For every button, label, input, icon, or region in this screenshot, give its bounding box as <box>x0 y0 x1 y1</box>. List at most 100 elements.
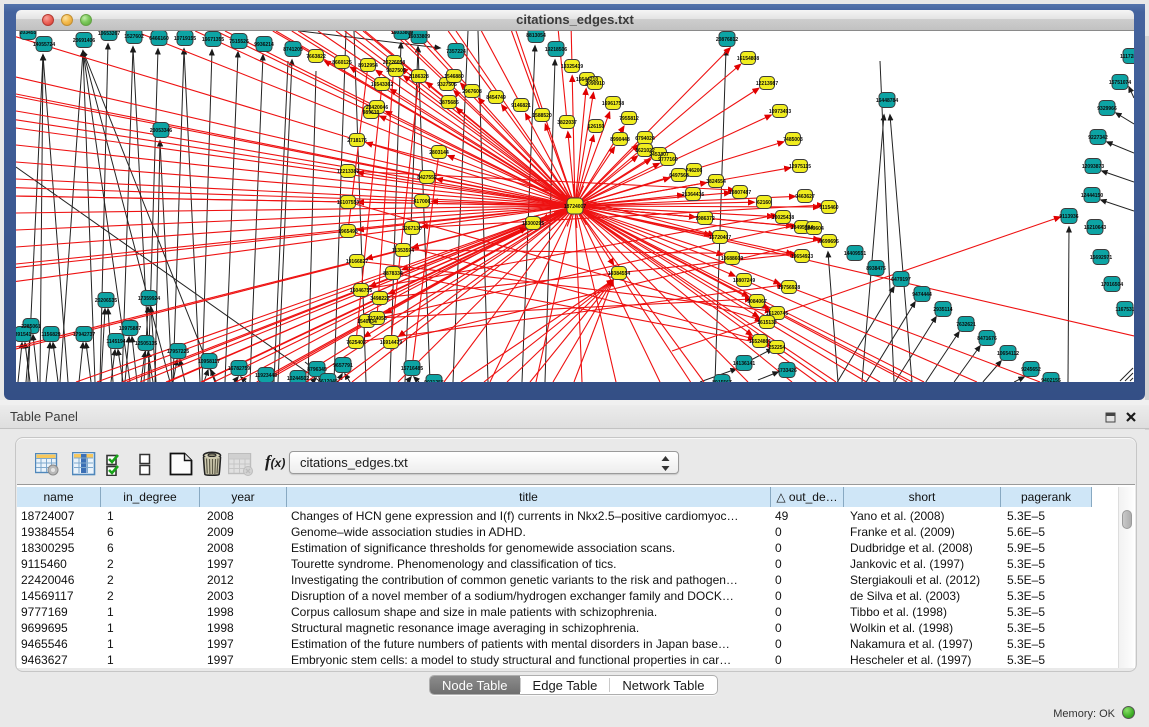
svg-text:8813054: 8813054 <box>526 33 546 39</box>
svg-text:19756928: 19756928 <box>778 285 800 291</box>
svg-text:14409551: 14409551 <box>844 251 866 257</box>
svg-text:19654923: 19654923 <box>791 254 813 260</box>
svg-text:6479197: 6479197 <box>891 277 911 283</box>
svg-text:11923448: 11923448 <box>255 373 277 379</box>
svg-text:9245652: 9245652 <box>1021 367 1041 373</box>
svg-text:10653267: 10653267 <box>98 31 120 37</box>
svg-text:8427552: 8427552 <box>417 175 437 181</box>
svg-text:16782759: 16782759 <box>228 366 250 372</box>
svg-text:2935114: 2935114 <box>933 307 952 313</box>
svg-text:7632621: 7632621 <box>956 322 976 328</box>
svg-text:17359924: 17359924 <box>138 296 160 302</box>
svg-text:746206: 746206 <box>686 168 703 174</box>
svg-text:2967608: 2967608 <box>462 89 482 95</box>
svg-text:2803144: 2803144 <box>429 150 449 156</box>
svg-text:20206535: 20206535 <box>95 298 117 304</box>
svg-text:17942737: 17942737 <box>73 332 95 338</box>
svg-text:15751074: 15751074 <box>1109 80 1131 86</box>
svg-text:16120746: 16120746 <box>766 311 788 317</box>
svg-text:2090910: 2090910 <box>585 81 605 87</box>
svg-text:14136141: 14136141 <box>733 361 755 367</box>
svg-text:20876812: 20876812 <box>716 37 738 43</box>
svg-text:8471676: 8471676 <box>977 336 997 342</box>
svg-text:10975887: 10975887 <box>119 326 141 332</box>
svg-text:12093873: 12093873 <box>1082 164 1104 170</box>
svg-text:12213389: 12213389 <box>337 169 359 175</box>
svg-text:6794024: 6794024 <box>635 136 655 142</box>
svg-text:16543362: 16543362 <box>371 82 393 88</box>
svg-text:18300295: 18300295 <box>522 221 544 227</box>
svg-text:1965493: 1965493 <box>338 229 358 235</box>
svg-text:8990448: 8990448 <box>610 137 630 143</box>
svg-text:8796345: 8796345 <box>307 367 327 373</box>
svg-text:23420046: 23420046 <box>366 105 388 111</box>
svg-text:3498222: 3498222 <box>370 296 390 302</box>
svg-text:16046755: 16046755 <box>350 288 372 294</box>
svg-text:1546880: 1546880 <box>444 74 464 80</box>
svg-text:7357224: 7357224 <box>446 49 466 55</box>
svg-text:6466160: 6466160 <box>149 36 169 42</box>
svg-text:16961758: 16961758 <box>602 101 624 107</box>
svg-text:10244502: 10244502 <box>287 376 309 382</box>
svg-text:252254: 252254 <box>769 345 786 351</box>
svg-text:18807249: 18807249 <box>733 278 755 284</box>
svg-text:17016504: 17016504 <box>1101 282 1123 288</box>
svg-text:12213987: 12213987 <box>756 81 778 87</box>
svg-text:8741205: 8741205 <box>283 47 303 53</box>
svg-text:7625402: 7625402 <box>346 340 366 346</box>
svg-text:10719155: 10719155 <box>174 36 196 42</box>
svg-text:19384554: 19384554 <box>608 271 630 277</box>
svg-text:9474444: 9474444 <box>912 292 932 298</box>
svg-text:12444150: 12444150 <box>1081 193 1103 199</box>
svg-text:1274055: 1274055 <box>367 316 387 322</box>
svg-text:9146821: 9146821 <box>511 103 531 109</box>
svg-text:9227342: 9227342 <box>1088 135 1108 141</box>
svg-text:23226058: 23226058 <box>383 60 405 66</box>
svg-text:9327505: 9327505 <box>437 82 457 88</box>
svg-text:15692971: 15692971 <box>1090 255 1112 261</box>
svg-text:11353594: 11353594 <box>392 248 414 254</box>
svg-text:17957225: 17957225 <box>167 349 189 355</box>
svg-text:8186328: 8186328 <box>409 74 429 80</box>
svg-text:7485003: 7485003 <box>783 137 803 143</box>
svg-text:20053346: 20053346 <box>150 128 172 134</box>
svg-text:7986372: 7986372 <box>695 216 715 222</box>
svg-text:9113936: 9113936 <box>1059 214 1078 220</box>
svg-text:16154808: 16154808 <box>737 56 759 62</box>
svg-text:3822037: 3822037 <box>557 120 577 126</box>
svg-text:126150: 126150 <box>588 124 605 130</box>
svg-text:8912954: 8912954 <box>358 63 378 69</box>
svg-text:16671355: 16671355 <box>202 37 224 43</box>
svg-text:8660125: 8660125 <box>332 60 352 66</box>
svg-text:9657791: 9657791 <box>333 363 353 369</box>
svg-text:16914479: 16914479 <box>380 340 402 346</box>
svg-text:9402155: 9402155 <box>1041 378 1061 382</box>
svg-text:1156829: 1156829 <box>41 332 60 338</box>
svg-text:15720407: 15720407 <box>709 235 731 241</box>
svg-text:12505135: 12505135 <box>135 341 157 347</box>
svg-text:10025438: 10025438 <box>772 215 794 221</box>
svg-text:8938475: 8938475 <box>866 266 886 272</box>
svg-text:8878334: 8878334 <box>383 271 403 277</box>
svg-text:16448784: 16448784 <box>876 98 898 104</box>
svg-text:21364436: 21364436 <box>682 192 704 198</box>
svg-text:3824554: 3824554 <box>706 179 726 185</box>
svg-text:19218506: 19218506 <box>545 47 567 53</box>
svg-text:2285061: 2285061 <box>21 324 41 330</box>
svg-text:1527602: 1527602 <box>124 34 144 40</box>
svg-text:3875685: 3875685 <box>439 100 459 106</box>
svg-text:20691406: 20691406 <box>73 38 95 44</box>
svg-text:417006: 417006 <box>414 199 431 205</box>
svg-text:19166827: 19166827 <box>346 259 368 265</box>
svg-text:16107553: 16107553 <box>337 200 359 206</box>
svg-text:16033809: 16033809 <box>408 34 430 40</box>
svg-text:9777169: 9777169 <box>658 157 678 163</box>
svg-text:10807487: 10807487 <box>729 190 751 196</box>
svg-text:16210643: 16210643 <box>1084 225 1106 231</box>
svg-text:12975115: 12975115 <box>789 164 811 170</box>
svg-text:9031255: 9031255 <box>424 380 444 382</box>
svg-text:8915567: 8915567 <box>712 380 732 382</box>
svg-text:391541: 391541 <box>16 332 32 338</box>
svg-text:6612045: 6612045 <box>318 379 338 382</box>
svg-text:62160: 62160 <box>757 200 771 206</box>
